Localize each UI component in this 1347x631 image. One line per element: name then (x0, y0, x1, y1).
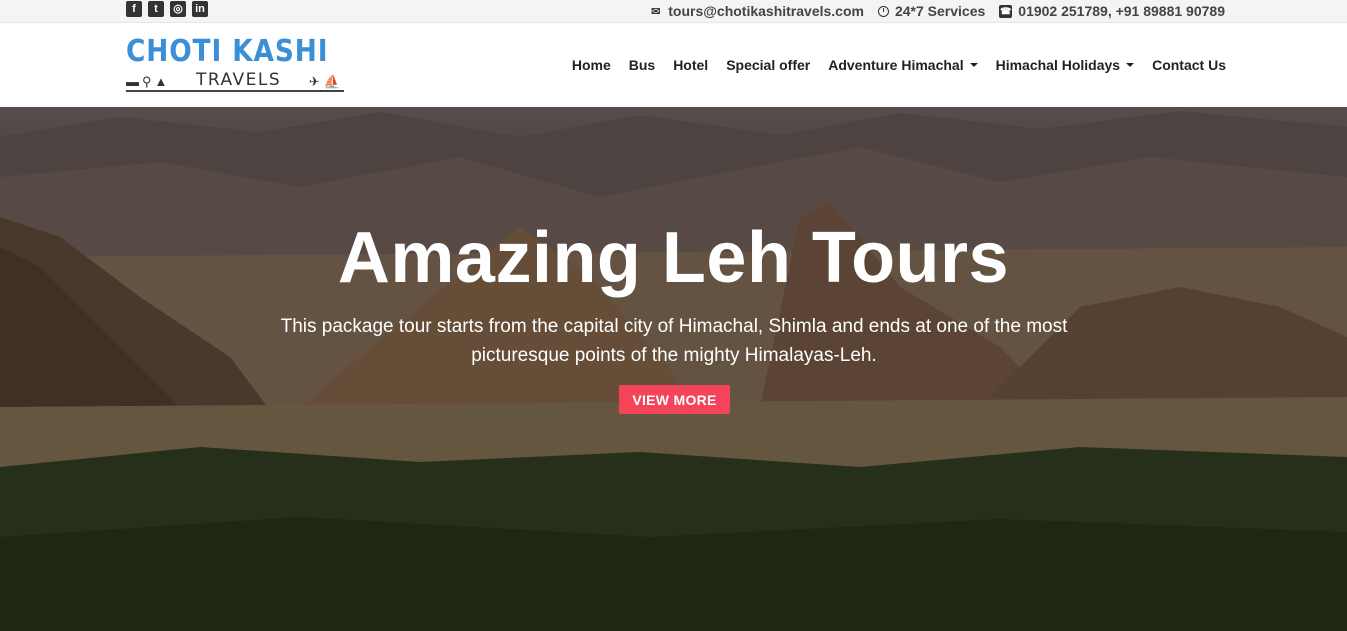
hero-banner: Amazing Leh Tours This package tour star… (0, 107, 1347, 631)
nav-home-label: Home (571, 57, 611, 73)
activity-icons: ✈⛵ (308, 74, 344, 89)
top-bar: f t ◎ in ✉ tours@chotikashitravels.com 2… (0, 0, 1347, 23)
phone-text[interactable]: 01902 251789, +91 89881 90789 (1018, 3, 1225, 19)
nav-home[interactable]: Home (563, 57, 620, 73)
nav-himachal-holidays[interactable]: Himachal Holidays (987, 57, 1144, 73)
linkedin-icon[interactable]: in (192, 1, 208, 17)
view-more-button[interactable]: VIEW MORE (619, 385, 730, 414)
clock-icon (877, 5, 889, 17)
phone-icon: ☎ (999, 4, 1013, 18)
hero-description: This package tour starts from the capita… (280, 316, 1068, 366)
caret-down-icon (1126, 63, 1135, 67)
nav-contact-us-label: Contact Us (1152, 57, 1226, 73)
twitter-icon[interactable]: t (148, 1, 164, 17)
transport-icons: ▬⚲▲ (126, 74, 171, 89)
brand-underline (126, 90, 344, 92)
instagram-icon[interactable]: ◎ (170, 1, 186, 17)
nav-himachal-holidays-label: Himachal Holidays (995, 57, 1121, 73)
nav-special-offer[interactable]: Special offer (717, 57, 819, 73)
brand-subline: ▬⚲▲ TRAVELS ✈⛵ (126, 70, 344, 92)
services-info: 24*7 Services (877, 3, 986, 19)
envelope-icon: ✉ (651, 5, 661, 18)
brand-name-bottom: TRAVELS (196, 70, 282, 90)
social-links: f t ◎ in (126, 1, 208, 17)
brand-logo[interactable]: CHOTI KASHI ▬⚲▲ TRAVELS ✈⛵ (126, 36, 346, 94)
hero-title: Amazing Leh Tours (337, 218, 1010, 298)
main-menu: Home Bus Hotel Special offer Adventure H… (563, 23, 1235, 107)
nav-hotel[interactable]: Hotel (664, 57, 717, 73)
nav-adventure-himachal-label: Adventure Himachal (828, 57, 964, 73)
main-navbar: CHOTI KASHI ▬⚲▲ TRAVELS ✈⛵ Home Bus Hote… (0, 23, 1347, 107)
nav-hotel-label: Hotel (673, 57, 709, 73)
nav-bus-label: Bus (628, 57, 656, 73)
nav-adventure-himachal[interactable]: Adventure Himachal (819, 57, 986, 73)
nav-special-offer-label: Special offer (726, 57, 811, 73)
email-text[interactable]: tours@chotikashitravels.com (668, 3, 864, 19)
services-text: 24*7 Services (894, 3, 986, 19)
email-contact[interactable]: ✉ tours@chotikashitravels.com (649, 3, 864, 19)
phone-contact[interactable]: ☎ 01902 251789, +91 89881 90789 (999, 3, 1225, 19)
contact-info: ✉ tours@chotikashitravels.com 24*7 Servi… (649, 0, 1225, 22)
nav-bus[interactable]: Bus (620, 57, 664, 73)
caret-down-icon (969, 63, 978, 67)
brand-name-top: CHOTI KASHI (126, 34, 329, 69)
nav-contact-us[interactable]: Contact Us (1143, 57, 1235, 73)
facebook-icon[interactable]: f (126, 1, 142, 17)
